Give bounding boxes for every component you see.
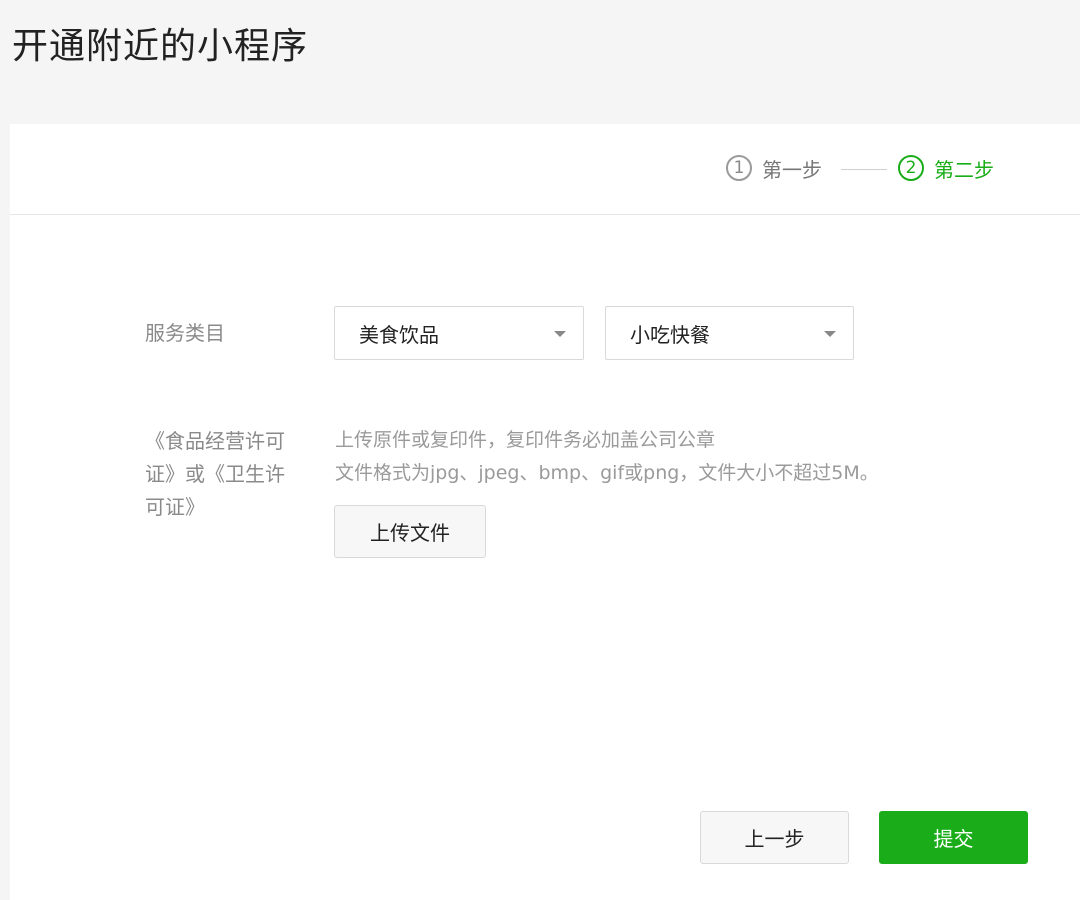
category-primary-select[interactable]: 美食饮品 bbox=[334, 306, 584, 360]
step-2-label: 第二步 bbox=[934, 157, 994, 182]
form-card: 1 第一步 2 第二步 服务类目 美食饮品 小吃快餐 《食品经营许可证》或《卫生… bbox=[10, 124, 1080, 900]
previous-step-button[interactable]: 上一步 bbox=[700, 811, 849, 864]
step-1: 1 第一步 bbox=[726, 153, 822, 183]
upload-hint-line-2: 文件格式为jpg、jpeg、bmp、gif或png，文件大小不超过5M。 bbox=[335, 462, 879, 484]
license-label: 《食品经营许可证》或《卫生许可证》 bbox=[145, 429, 285, 519]
step-2-number: 2 bbox=[898, 155, 924, 181]
step-1-label: 第一步 bbox=[762, 157, 822, 182]
page-title: 开通附近的小程序 bbox=[12, 26, 309, 67]
step-indicator: 1 第一步 2 第二步 bbox=[10, 124, 1080, 215]
step-connector bbox=[841, 169, 887, 170]
category-secondary-value: 小吃快餐 bbox=[630, 322, 710, 347]
service-category-label: 服务类目 bbox=[145, 321, 225, 345]
category-secondary-select[interactable]: 小吃快餐 bbox=[605, 306, 854, 360]
step-2: 2 第二步 bbox=[898, 153, 994, 183]
category-primary-value: 美食饮品 bbox=[359, 322, 439, 347]
upload-file-button[interactable]: 上传文件 bbox=[334, 505, 486, 558]
chevron-down-icon bbox=[554, 331, 566, 337]
upload-hint-line-1: 上传原件或复印件，复印件务必加盖公司公章 bbox=[335, 429, 716, 451]
submit-button[interactable]: 提交 bbox=[879, 811, 1028, 864]
chevron-down-icon bbox=[824, 331, 836, 337]
step-1-number: 1 bbox=[726, 155, 752, 181]
